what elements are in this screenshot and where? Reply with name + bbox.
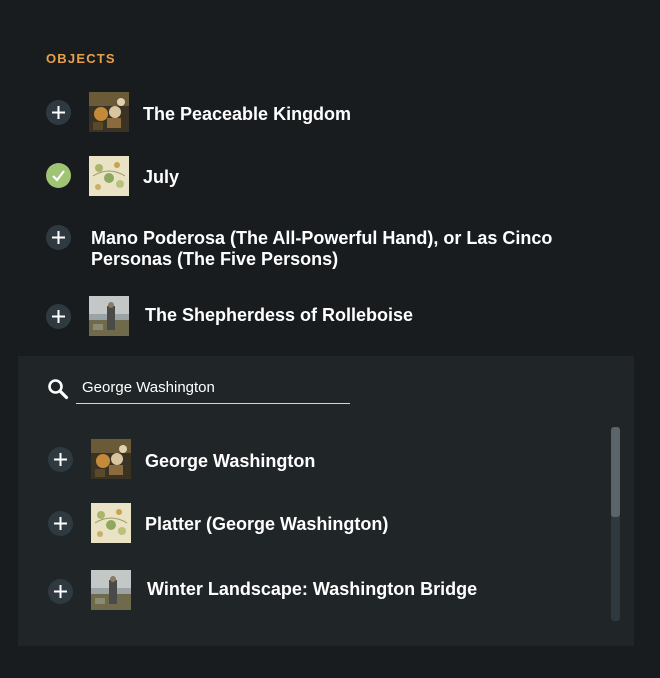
plus-icon	[54, 453, 67, 466]
plus-icon	[52, 231, 65, 244]
object-item[interactable]: July	[0, 155, 660, 197]
add-button[interactable]	[48, 511, 73, 536]
result-thumbnail	[91, 570, 131, 610]
plus-icon	[54, 585, 67, 598]
object-title-line: Mano Poderosa (The All-Powerful Hand), o…	[91, 228, 553, 248]
object-item[interactable]: Mano Poderosa (The All-Powerful Hand), o…	[0, 224, 660, 272]
search-panel: George Washington Platter (George Washin…	[18, 356, 634, 646]
search-input[interactable]	[76, 372, 350, 404]
objects-page: OBJECTS The Peaceable Kingdom July Mano …	[0, 0, 660, 678]
object-title: July	[143, 167, 180, 187]
results-scrollbar[interactable]	[611, 427, 620, 621]
object-title: The Shepherdess of Rolleboise	[145, 305, 414, 325]
object-title: The Peaceable Kingdom	[143, 104, 352, 124]
result-title: Winter Landscape: Washington Bridge	[147, 579, 478, 599]
scrollbar-thumb[interactable]	[611, 427, 620, 517]
result-item[interactable]: Winter Landscape: Washington Bridge	[18, 569, 634, 611]
add-button[interactable]	[48, 447, 73, 472]
object-thumbnail	[89, 156, 129, 196]
result-thumbnail	[91, 503, 131, 543]
object-title-line: Personas (The Five Persons)	[91, 249, 339, 269]
result-thumbnail	[91, 439, 131, 479]
result-item[interactable]: George Washington	[18, 439, 634, 481]
object-item[interactable]: The Shepherdess of Rolleboise	[0, 295, 660, 337]
plus-icon	[54, 517, 67, 530]
section-label: OBJECTS	[46, 51, 116, 66]
result-item[interactable]: Platter (George Washington)	[18, 503, 634, 545]
result-title: George Washington	[145, 451, 316, 471]
checkmark-icon	[52, 170, 65, 182]
search-icon	[47, 378, 69, 400]
object-thumbnail	[89, 296, 129, 336]
object-item[interactable]: The Peaceable Kingdom	[0, 92, 660, 134]
result-title: Platter (George Washington)	[145, 514, 389, 534]
add-button[interactable]	[46, 225, 71, 250]
add-button[interactable]	[46, 100, 71, 125]
object-thumbnail	[89, 92, 129, 132]
plus-icon	[52, 310, 65, 323]
added-button[interactable]	[46, 163, 71, 188]
add-button[interactable]	[46, 304, 71, 329]
plus-icon	[52, 106, 65, 119]
object-title: Mano Poderosa (The All-Powerful Hand), o…	[91, 228, 552, 270]
add-button[interactable]	[48, 579, 73, 604]
